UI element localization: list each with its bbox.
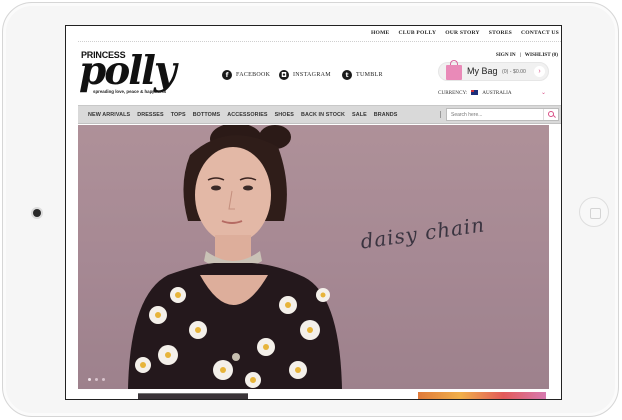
search-box xyxy=(446,108,559,121)
category-sale[interactable]: SALE xyxy=(352,112,367,118)
category-shoes[interactable]: SHOES xyxy=(275,112,294,118)
category-bottoms[interactable]: BOTTOMS xyxy=(193,112,221,118)
promo-tile-right[interactable] xyxy=(418,392,546,399)
social-tumblr[interactable]: t TUMBLR xyxy=(342,70,383,80)
chevron-right-icon: › xyxy=(534,66,545,77)
social-facebook[interactable]: f FACEBOOK xyxy=(222,70,270,80)
account-separator: | xyxy=(519,52,521,58)
top-nav: HOME CLUB POLLY OUR STORY STORES CONTACT… xyxy=(371,30,559,36)
slide-dot[interactable] xyxy=(88,378,91,381)
nav-contact-us[interactable]: CONTACT US xyxy=(521,30,559,36)
logo-polly: polly xyxy=(79,48,177,94)
instagram-icon: ◘ xyxy=(279,70,289,80)
camera-icon xyxy=(33,209,41,217)
hero-model-photo xyxy=(78,125,549,389)
nav-our-story[interactable]: OUR STORY xyxy=(445,30,480,36)
promo-strip xyxy=(78,389,549,399)
sign-in-link[interactable]: SIGN IN xyxy=(496,52,516,58)
bag-total: (0) - $0.00 xyxy=(502,69,526,75)
tumblr-icon: t xyxy=(342,70,352,80)
logo-tagline: spreading love, peace & happiness xyxy=(93,89,167,94)
divider xyxy=(78,41,561,42)
category-accessories[interactable]: ACCESSORIES xyxy=(227,112,267,118)
category-back-in-stock[interactable]: BACK IN STOCK xyxy=(301,112,345,118)
nav-stores[interactable]: STORES xyxy=(489,30,512,36)
facebook-label: FACEBOOK xyxy=(236,72,271,78)
site-logo[interactable]: PRINCESS polly spreading love, peace & h… xyxy=(79,48,191,100)
australia-flag-icon xyxy=(471,90,479,95)
slider-dots xyxy=(88,378,105,381)
hero-banner[interactable]: daisy chain xyxy=(78,125,549,389)
shopping-bag-icon xyxy=(446,60,462,80)
instagram-label: INSTAGRAM xyxy=(293,72,331,78)
search-input[interactable] xyxy=(447,109,539,120)
browser-screen: HOME CLUB POLLY OUR STORY STORES CONTACT… xyxy=(65,25,562,400)
nav-club-polly[interactable]: CLUB POLLY xyxy=(398,30,436,36)
category-brands[interactable]: BRANDS xyxy=(374,112,398,118)
promo-tile-left[interactable] xyxy=(138,393,248,399)
category-menu: NEW ARRIVALS DRESSES TOPS BOTTOMS ACCESS… xyxy=(88,106,397,123)
currency-country: AUSTRALIA xyxy=(482,89,512,96)
bag-label: My Bag xyxy=(467,66,498,76)
wishlist-link[interactable]: WISHLIST (0) xyxy=(525,52,558,58)
slide-dot[interactable] xyxy=(102,378,105,381)
divider xyxy=(440,111,441,118)
chevron-down-icon: ⌄ xyxy=(540,90,546,96)
nav-home[interactable]: HOME xyxy=(371,30,390,36)
category-new-arrivals[interactable]: NEW ARRIVALS xyxy=(88,112,130,118)
currency-label: CURRENCY: xyxy=(438,89,468,96)
home-button[interactable] xyxy=(579,197,609,227)
category-dresses[interactable]: DRESSES xyxy=(137,112,163,118)
my-bag-button[interactable]: My Bag (0) - $0.00 › xyxy=(438,60,549,81)
tumblr-label: TUMBLR xyxy=(356,72,383,78)
category-bar: NEW ARRIVALS DRESSES TOPS BOTTOMS ACCESS… xyxy=(78,105,561,124)
tablet-frame: HOME CLUB POLLY OUR STORY STORES CONTACT… xyxy=(2,2,619,417)
slide-dot[interactable] xyxy=(95,378,98,381)
facebook-icon: f xyxy=(222,70,232,80)
social-instagram[interactable]: ◘ INSTAGRAM xyxy=(279,70,331,80)
account-links: SIGN IN | WISHLIST (0) xyxy=(496,52,558,58)
currency-selector[interactable]: CURRENCY: AUSTRALIA ⌄ xyxy=(438,89,546,97)
search-icon[interactable] xyxy=(543,109,558,120)
category-tops[interactable]: TOPS xyxy=(171,112,186,118)
